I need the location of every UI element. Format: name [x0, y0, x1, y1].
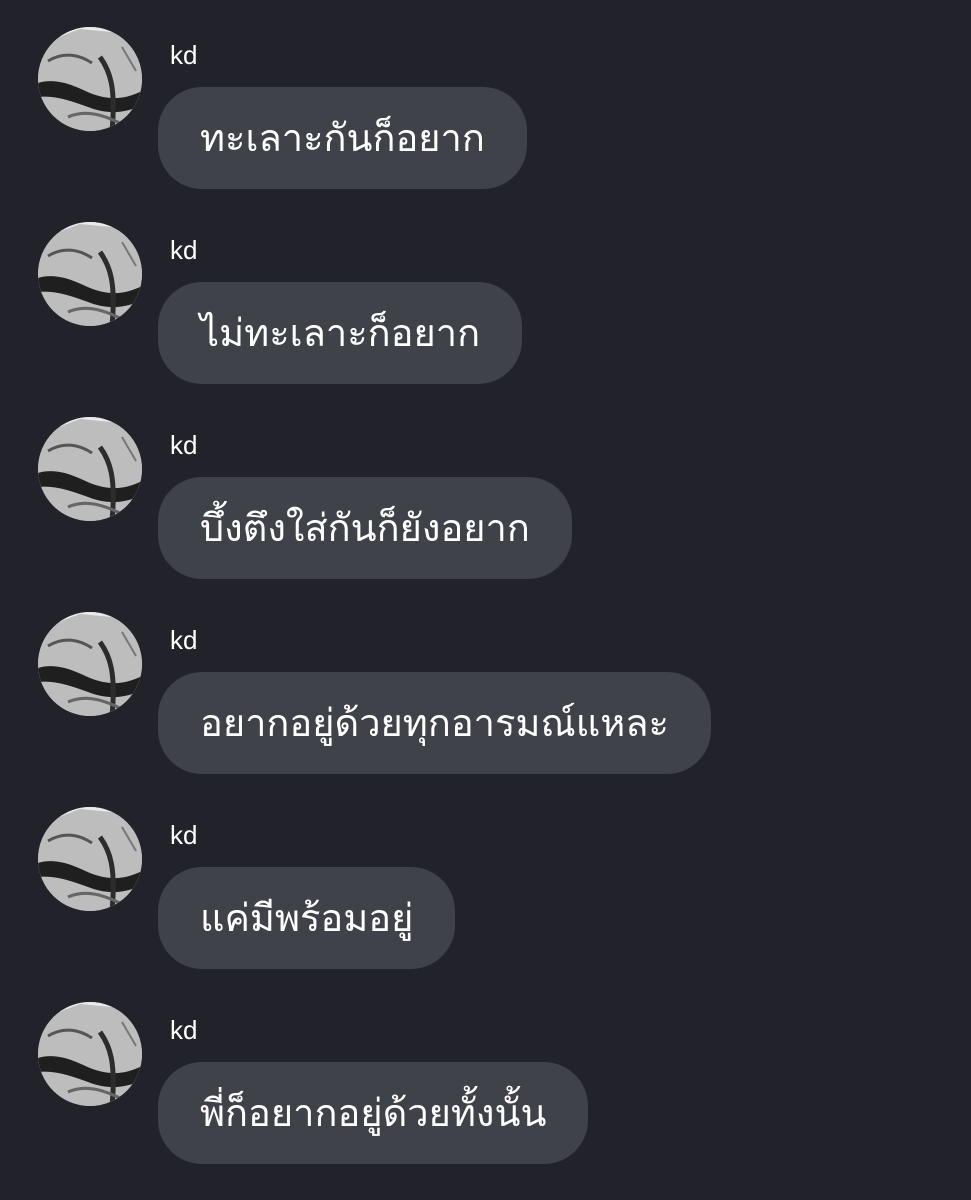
sender-name: kd [170, 625, 198, 655]
avatar-icon [38, 222, 142, 326]
message-bubble[interactable]: บึ้งตึงใส่กันก็ยังอยาก [158, 477, 572, 579]
message-bubble[interactable]: แค่มีพร้อมอยู่ [158, 867, 456, 969]
avatar-icon [38, 1002, 142, 1106]
avatar[interactable] [38, 27, 142, 131]
sender-name: kd [170, 820, 198, 850]
avatar[interactable] [38, 417, 142, 521]
avatar[interactable] [38, 612, 142, 716]
message-bubble[interactable]: อยากอยู่ด้วยทุกอารมณ์แหละ [158, 672, 711, 774]
avatar-icon [38, 27, 142, 131]
message-row: kd ทะเลาะกันก็อยาก [0, 0, 971, 189]
avatar-icon [38, 612, 142, 716]
sender-name: kd [170, 430, 198, 460]
message-bubble[interactable]: ทะเลาะกันก็อยาก [158, 87, 527, 189]
sender-name: kd [170, 235, 198, 265]
chat-thread: kd ทะเลาะกันก็อยาก kd ไม่ทะเลาะก็อยาก kd… [0, 0, 971, 1200]
message-row: kd บึ้งตึงใส่กันก็ยังอยาก [0, 390, 971, 579]
avatar[interactable] [38, 807, 142, 911]
avatar-icon [38, 417, 142, 521]
message-bubble[interactable]: ไม่ทะเลาะก็อยาก [158, 282, 523, 384]
message-row: kd ไม่ทะเลาะก็อยาก [0, 195, 971, 384]
avatar[interactable] [38, 1002, 142, 1106]
sender-name: kd [170, 40, 198, 70]
sender-name: kd [170, 1015, 198, 1045]
avatar[interactable] [38, 222, 142, 326]
message-row: kd พี่ก็อยากอยู่ด้วยทั้งนั้น [0, 975, 971, 1164]
avatar-icon [38, 807, 142, 911]
message-row: kd อยากอยู่ด้วยทุกอารมณ์แหละ [0, 585, 971, 774]
message-bubble[interactable]: พี่ก็อยากอยู่ด้วยทั้งนั้น [158, 1062, 589, 1164]
message-row: kd แค่มีพร้อมอยู่ [0, 780, 971, 969]
